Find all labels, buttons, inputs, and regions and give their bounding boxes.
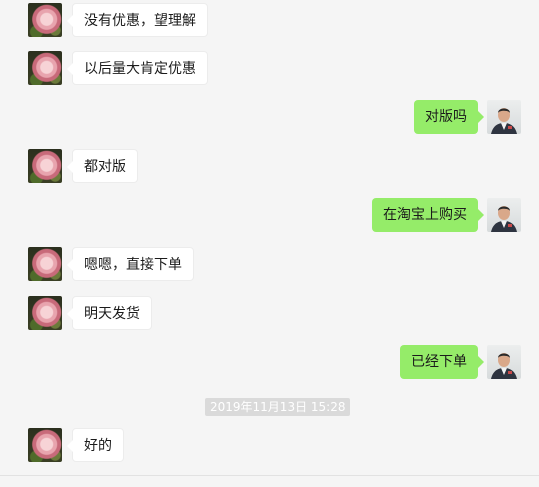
message-bubble[interactable]: 对版吗 <box>414 100 484 134</box>
incoming-message: 嗯嗯，直接下单 <box>0 247 539 281</box>
rose-avatar[interactable] <box>28 247 62 281</box>
outgoing-message: 在淘宝上购买 <box>0 198 539 232</box>
outgoing-message: 对版吗 <box>0 100 539 134</box>
message-bubble[interactable]: 以后量大肯定优惠 <box>67 51 208 85</box>
rose-avatar[interactable] <box>28 149 62 183</box>
message-bubble[interactable]: 都对版 <box>67 149 138 183</box>
rose-avatar[interactable] <box>28 51 62 85</box>
rose-avatar[interactable] <box>28 428 62 462</box>
message-bubble[interactable]: 好的 <box>67 428 124 462</box>
divider <box>0 475 539 476</box>
man-avatar[interactable] <box>487 345 521 379</box>
man-avatar[interactable] <box>487 100 521 134</box>
rose-avatar[interactable] <box>28 296 62 330</box>
incoming-message: 好的 <box>0 428 539 462</box>
message-bubble[interactable]: 在淘宝上购买 <box>372 198 484 232</box>
message-bubble[interactable]: 没有优惠，望理解 <box>67 3 208 37</box>
incoming-message: 明天发货 <box>0 296 539 330</box>
message-bubble[interactable]: 明天发货 <box>67 296 152 330</box>
message-timestamp: 2019年11月13日 15:28 <box>205 398 351 416</box>
incoming-message: 以后量大肯定优惠 <box>0 51 539 85</box>
man-avatar[interactable] <box>487 198 521 232</box>
message-bubble[interactable]: 已经下单 <box>400 345 484 379</box>
chat-message-list[interactable]: 没有优惠，望理解 以后量大肯定优惠 对版吗 都对版 在淘宝上购买 嗯嗯，直接下单… <box>0 0 539 487</box>
rose-avatar[interactable] <box>28 3 62 37</box>
outgoing-message: 已经下单 <box>0 345 539 379</box>
incoming-message: 没有优惠，望理解 <box>0 3 539 37</box>
message-bubble[interactable]: 嗯嗯，直接下单 <box>67 247 194 281</box>
incoming-message: 都对版 <box>0 149 539 183</box>
